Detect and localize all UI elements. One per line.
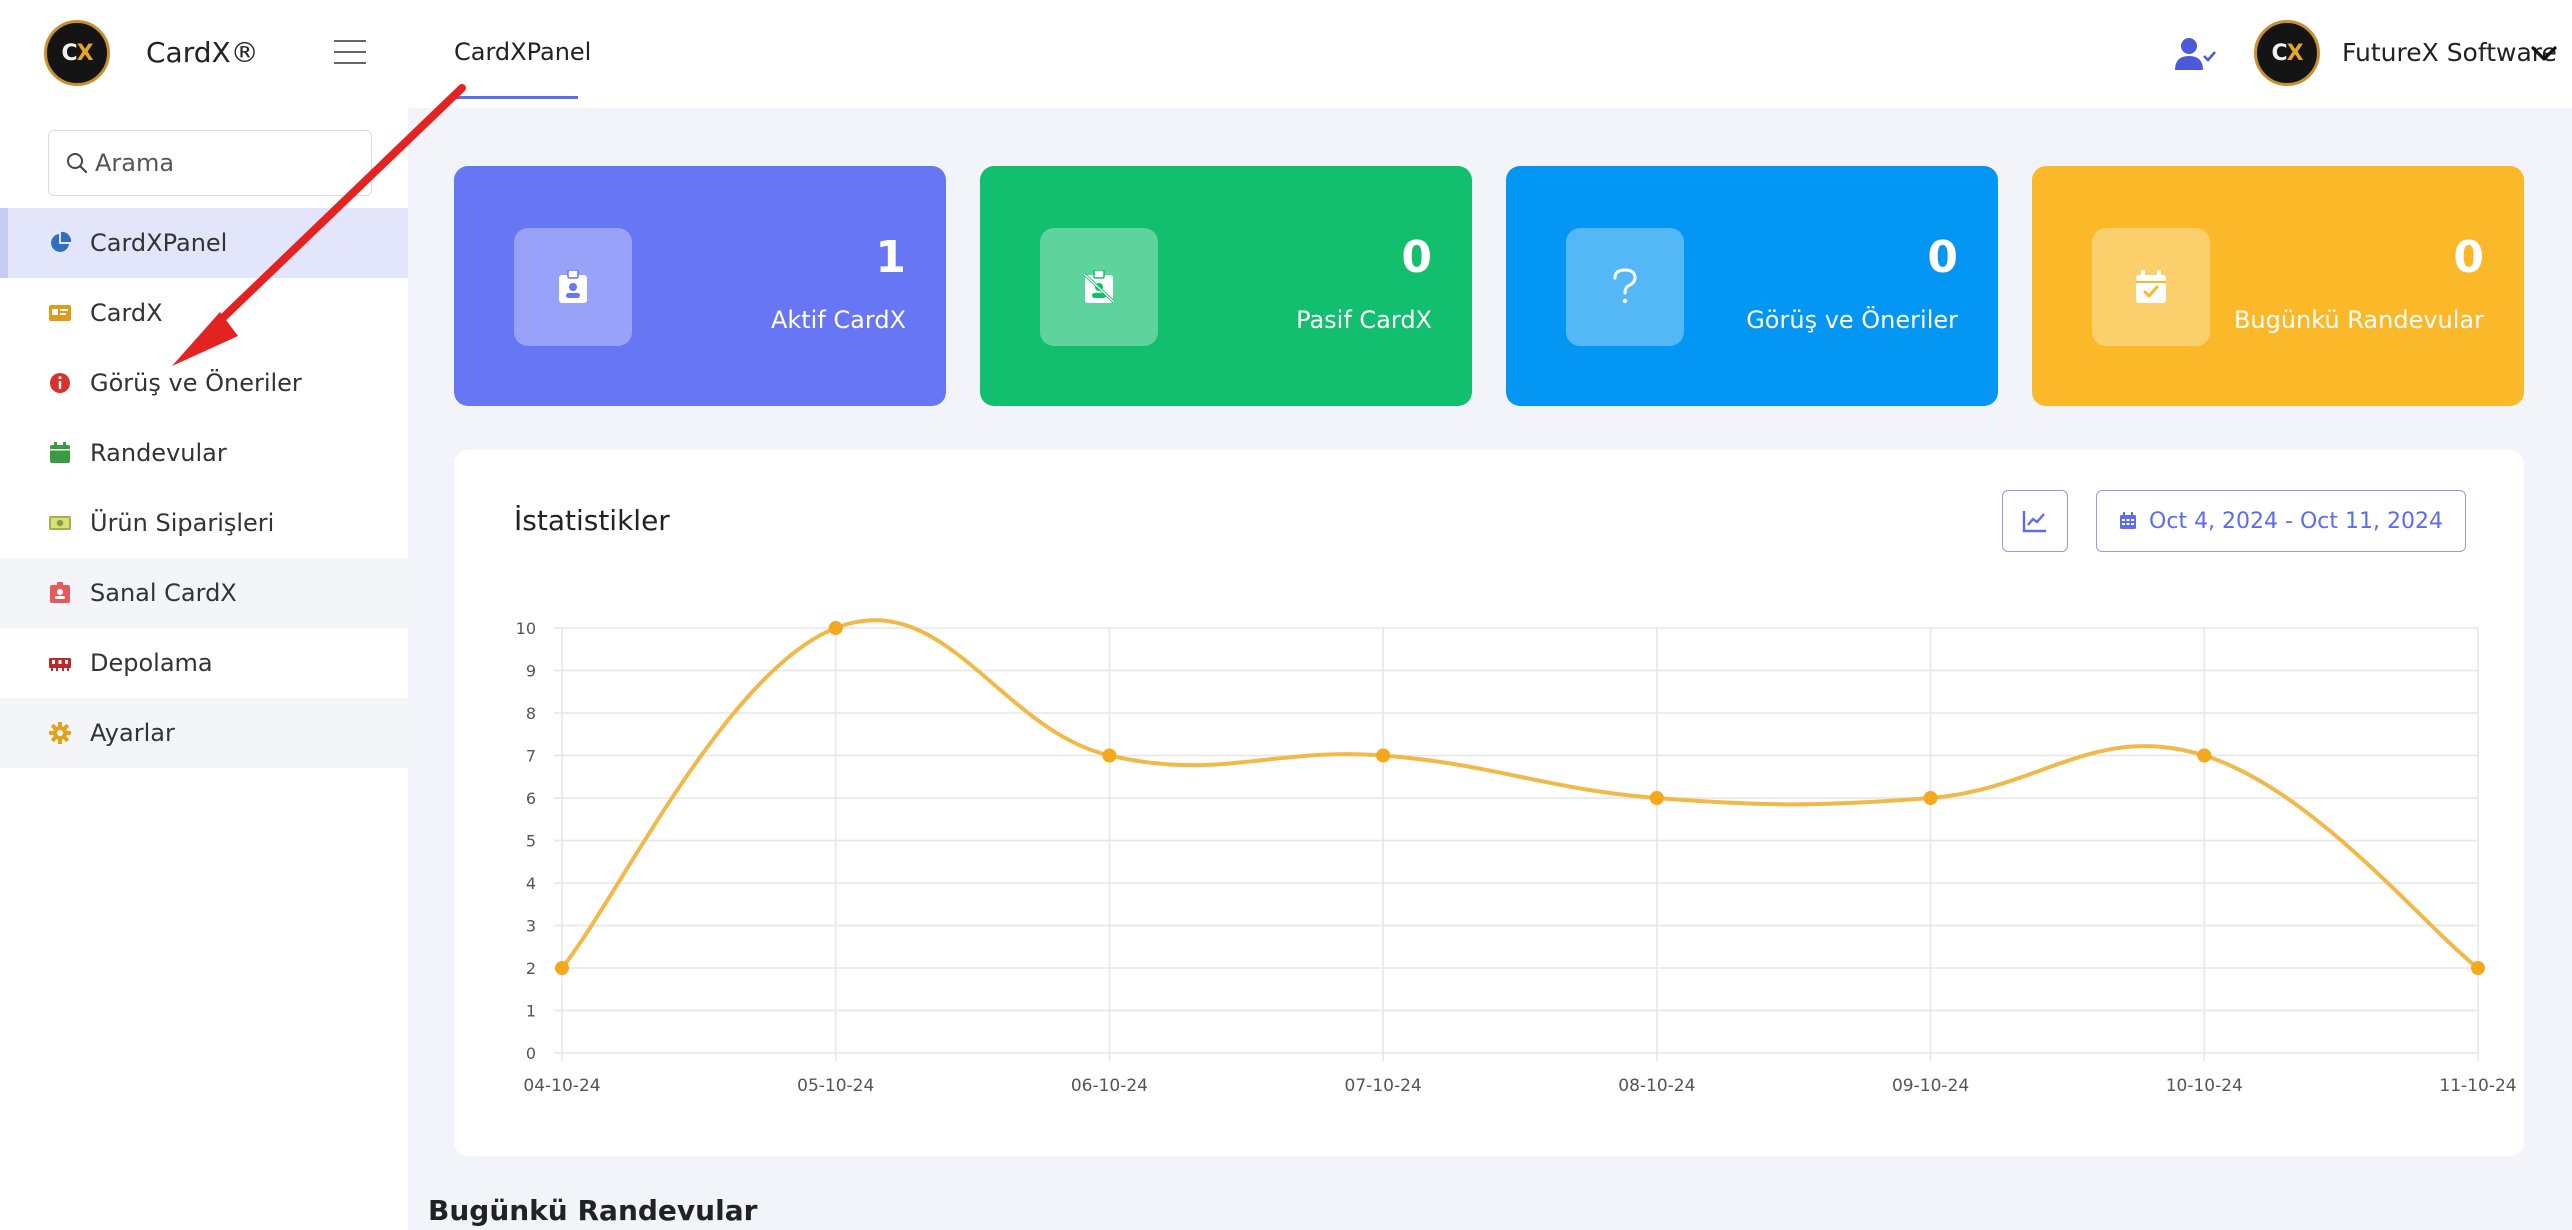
chart-x-tick-label: 04-10-24 [523,1076,600,1096]
sidebar-item-label: Randevular [90,439,227,467]
chart-y-tick-label: 8 [526,704,536,723]
chart-x-tick-label: 10-10-24 [2166,1076,2243,1096]
sidebar-item-label: Sanal CardX [90,579,237,607]
chart-y-tick-label: 1 [526,1002,536,1021]
avatar[interactable]: CX [2254,20,2320,86]
chart-data-point [2471,961,2485,975]
info-circle-icon [50,373,70,393]
chart-y-tick-label: 2 [526,959,536,978]
chart-data-point [828,621,843,635]
chart-x-tick-label: 06-10-24 [1071,1076,1148,1096]
chart-y-tick-label: 0 [526,1044,536,1063]
chart-data-point [1923,791,1938,805]
avatar-logo-mark: CX [2271,40,2303,66]
sidebar-item-label: Görüş ve Öneriler [90,369,302,397]
gear-icon [49,722,71,744]
sidebar-item-depolama[interactable]: Depolama [0,628,408,698]
topbar: CardXPanel CX FutureX Software [408,0,2572,108]
chart-y-tick-label: 7 [526,747,536,766]
sidebar-item-label: Depolama [90,649,213,677]
chart-y-tick-label: 6 [526,789,536,808]
chart-data-point [1102,748,1117,763]
sidebar-item-label: CardXPanel [90,229,228,257]
chart-data-point [555,961,569,975]
sidebar-nav: CardXPanel CardX Görüş ve Öneriler Rande… [0,208,408,768]
search-input[interactable] [95,143,355,183]
sidebar-item-label: Ürün Siparişleri [90,509,275,537]
sidebar-item-ayarlar[interactable]: Ayarlar [0,698,408,768]
hamburger-menu-icon[interactable] [334,40,366,64]
chart-x-tick-label: 09-10-24 [1892,1076,1969,1096]
sidebar-item-randevular[interactable]: Randevular [0,418,408,488]
breadcrumb[interactable]: CardXPanel [454,38,591,66]
sidebar-item-cardx[interactable]: CardX [0,278,408,348]
chart-y-tick-label: 3 [526,917,536,936]
brand-name: CardX® [146,36,259,69]
chart-data-point [2197,748,2212,763]
chart-y-tick-label: 5 [526,832,536,851]
brand-logo[interactable]: CX [44,20,110,86]
main-content: 1 Aktif CardX 0 Pasif CardX 0 Görüş ve Ö… [408,108,2572,1230]
sidebar-item-urun-siparisleri[interactable]: Ürün Siparişleri [0,488,408,558]
user-check-icon[interactable] [2174,36,2216,72]
sidebar-item-label: Ayarlar [90,719,175,747]
chevron-down-icon[interactable] [2530,44,2558,64]
statistics-line-chart: 0 1 2 3 4 5 6 7 8 9 10 04-10-24 05-10-24 06-10-24 07-1… [516,618,2517,1096]
sidebar-item-cardxpanel[interactable]: CardXPanel [0,208,408,278]
sidebar-item-sanal-cardx[interactable]: Sanal CardX [0,558,408,628]
id-card-icon [49,305,71,321]
section-title-bugunku-randevular: Bugünkü Randevular [428,1194,758,1227]
chart-y-tick-label: 9 [526,662,536,681]
user-name[interactable]: FutureX Software [2342,38,2557,67]
app-root: CX CardX® CardXPanel [0,0,2572,1230]
chart-series-line [560,618,2480,970]
chart-y-tick-label: 4 [526,874,536,893]
search-icon [67,153,88,174]
breadcrumb-active-underline [454,96,578,99]
calendar-icon [50,442,70,463]
sidebar: CX CardX® CardXPanel [0,0,408,1230]
badge-icon [50,582,70,603]
sidebar-item-label: CardX [90,299,163,327]
pie-chart-icon [51,231,72,252]
chart-data-point [1649,791,1664,805]
chart-x-tick-label: 08-10-24 [1618,1076,1695,1096]
chart-x-tick-label: 07-10-24 [1345,1076,1422,1096]
memory-icon [49,658,71,671]
chart-data-point [1376,748,1391,763]
chart-x-tick-label: 05-10-24 [797,1076,874,1096]
search-box [48,130,372,196]
sidebar-item-gorus-ve-oneriler[interactable]: Görüş ve Öneriler [0,348,408,418]
moon-icon[interactable] [2108,36,2140,72]
chart-x-tick-label: 11-10-24 [2439,1076,2516,1096]
chart-y-tick-label: 10 [516,619,536,638]
brand-logo-mark: CX [61,40,93,66]
logo-area: CX CardX® [0,0,408,108]
money-icon [49,516,71,530]
